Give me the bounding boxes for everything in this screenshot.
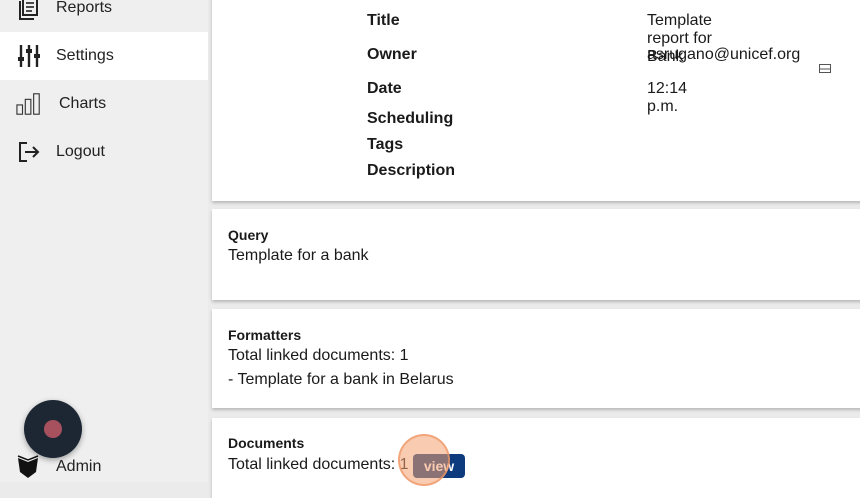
sidebar-item-logout[interactable]: Logout: [0, 128, 208, 176]
sidebar-item-settings[interactable]: Settings: [0, 32, 208, 80]
formatters-count: Total linked documents: 1: [228, 347, 409, 364]
sidebar-item-reports[interactable]: Reports: [0, 0, 208, 32]
description-label: Description: [367, 162, 456, 179]
floating-action-button[interactable]: [24, 400, 82, 458]
record-dot-icon: [44, 420, 62, 438]
sidebar-item-label: Settings: [56, 47, 114, 64]
formatter-item: - Template for a bank in Belarus: [228, 371, 454, 388]
sidebar-item-label: Charts: [59, 95, 107, 112]
documents-count: Total linked documents: 1: [228, 456, 409, 473]
query-text: Template for a bank: [228, 247, 369, 264]
sidebar-item-charts[interactable]: Charts: [0, 80, 208, 128]
click-indicator: [398, 434, 450, 486]
query-card: Query Template for a bank: [212, 209, 860, 300]
formatters-card: Formatters Total linked documents: 1 - T…: [212, 309, 860, 408]
admin-label[interactable]: Admin: [56, 458, 101, 476]
email-icon[interactable]: [819, 60, 831, 73]
sidebar: Reports Settings Charts Logout Admin: [0, 0, 208, 482]
formatters-title: Formatters: [228, 327, 302, 343]
query-title: Query: [228, 227, 269, 243]
documents-card: Documents Total linked documents: 1 view: [212, 418, 860, 498]
tags-label: Tags: [367, 136, 404, 153]
date-value: 12:14 p.m.: [647, 80, 688, 115]
sidebar-item-label: Logout: [56, 143, 105, 160]
bar-chart-icon: [16, 91, 42, 117]
sidebar-item-label: Reports: [56, 0, 113, 16]
report-details-card: Title Template report for Bank Owner asr…: [212, 0, 860, 201]
owner-label: Owner: [367, 46, 417, 63]
title-label: Title: [367, 12, 400, 29]
shield-icon: [16, 454, 40, 480]
documents-title: Documents: [228, 435, 305, 451]
settings-sliders-icon: [16, 43, 42, 69]
logout-icon: [16, 139, 42, 165]
date-label: Date: [367, 80, 402, 97]
reports-icon: [16, 0, 42, 21]
scheduling-label: Scheduling: [367, 110, 454, 127]
owner-value: asrugano@unicef.org: [647, 46, 801, 63]
